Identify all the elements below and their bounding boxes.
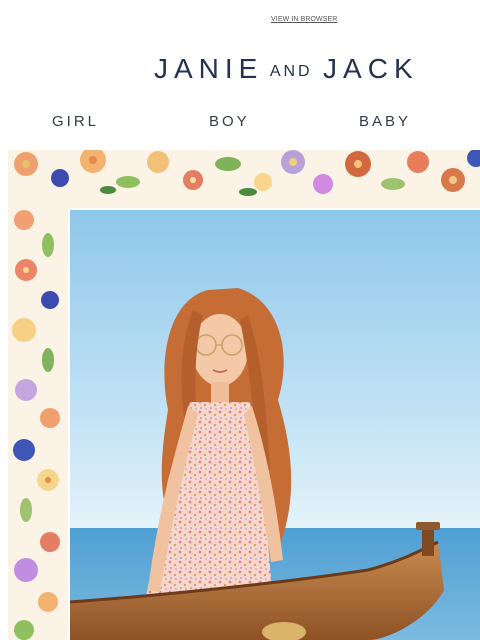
nav-item-boy[interactable]: BOY: [209, 113, 250, 130]
view-in-browser-link[interactable]: VIEW IN BROWSER: [271, 16, 337, 23]
nav-item-baby[interactable]: BABY: [359, 113, 411, 130]
logo-word-and: AND: [269, 63, 313, 80]
brand-logo[interactable]: JANIE AND JACK: [154, 53, 462, 84]
main-nav: GIRL BOY BABY: [0, 113, 480, 135]
logo-word-jack: JACK: [323, 53, 419, 84]
logo-word-janie: JANIE: [154, 53, 264, 84]
nav-item-girl[interactable]: GIRL: [52, 113, 99, 130]
preheader: VIEW IN BROWSER: [0, 14, 480, 28]
hero-banner[interactable]: [8, 150, 480, 640]
